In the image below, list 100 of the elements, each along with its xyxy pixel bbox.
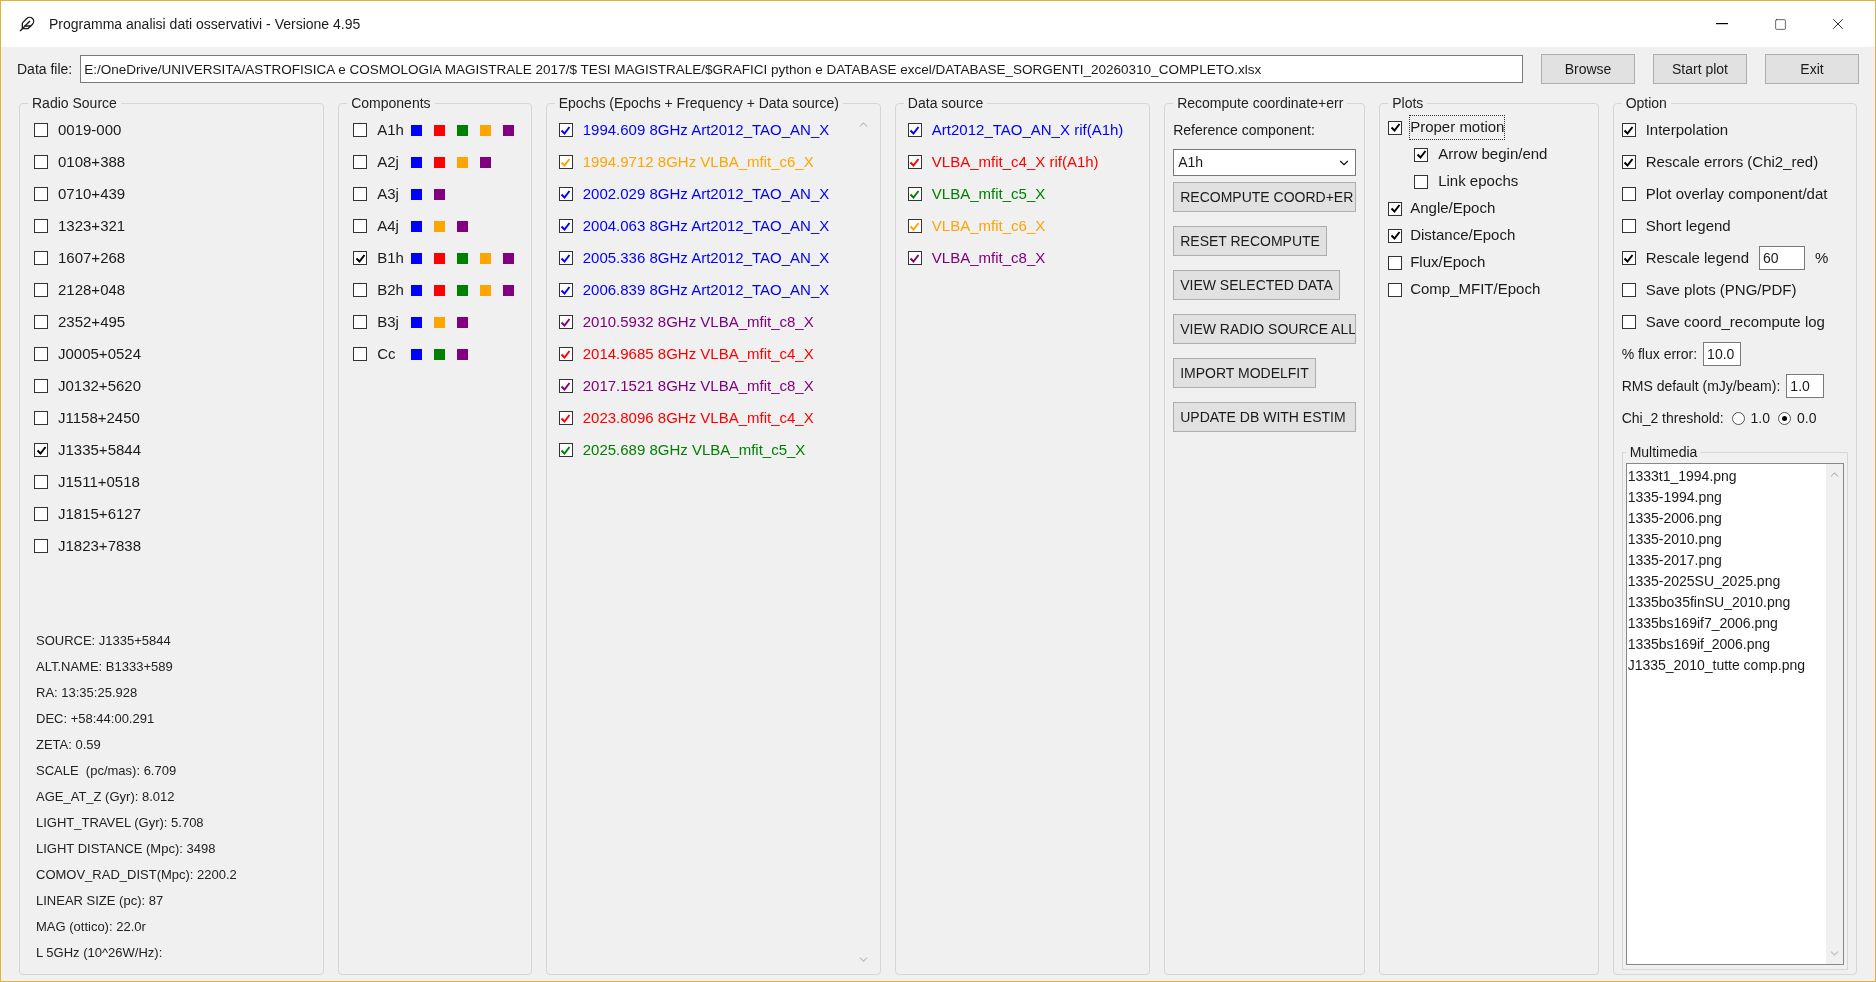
value-field[interactable]: 1.0 xyxy=(1786,374,1825,398)
file-item[interactable]: 1335-2010.png xyxy=(1627,529,1826,550)
file-item[interactable]: J1335_2010_tutte comp.png xyxy=(1627,655,1826,676)
checkbox[interactable] xyxy=(34,187,48,201)
checkbox[interactable] xyxy=(558,443,573,457)
action-button[interactable]: VIEW RADIO SOURCE ALL xyxy=(1173,314,1357,344)
checkbox[interactable] xyxy=(1414,174,1429,189)
checkbox[interactable] xyxy=(1621,123,1636,137)
action-button[interactable]: UPDATE DB WITH ESTIM xyxy=(1173,402,1357,432)
checkbox[interactable] xyxy=(353,283,368,297)
data-file-field[interactable]: E:/OneDrive/UNIVERSITA/ASTROFISICA e COSMOLOGIA MAGISTRALE 2017/$ TESI MAGISTRALE/$GRAFICI python e DATABASE excel/DATABASE_SORGENTI_20260310_COMPLETO.xlsx xyxy=(80,55,1523,83)
source-info-text: MAG (ottico): 22.0r xyxy=(36,918,146,937)
checkbox[interactable] xyxy=(907,219,922,233)
checkbox[interactable] xyxy=(34,379,48,393)
checkbox[interactable] xyxy=(353,251,368,265)
checkbox[interactable] xyxy=(558,379,573,393)
file-item[interactable]: 1335-2006.png xyxy=(1627,508,1826,529)
checkbox[interactable] xyxy=(558,411,573,425)
checkbox[interactable] xyxy=(353,219,368,233)
checkbox[interactable] xyxy=(1388,228,1403,243)
checkbox[interactable] xyxy=(1621,219,1636,233)
legend-scale-field[interactable]: 60 xyxy=(1759,246,1806,270)
file-list[interactable]: 1333t1_1994.png 1335-1994.png 1335-2006.png 1335-2010.png 1335-2017.png 1335-2025SU_2025.png 1335bo35finSU_2010.png 1335bs169if7_2006.png 1335bs169if_2006.png J1335_2010_tutte comp.png xyxy=(1625,463,1844,965)
checkbox[interactable] xyxy=(353,347,368,361)
file-item[interactable]: 1335-1994.png xyxy=(1627,487,1826,508)
file-item[interactable]: 1335bs169if_2006.png xyxy=(1627,634,1826,655)
checkbox[interactable] xyxy=(34,251,48,265)
action-button[interactable]: RESET RECOMPUTE xyxy=(1173,226,1327,256)
checkbox[interactable] xyxy=(558,187,573,201)
checkbox[interactable] xyxy=(34,539,48,553)
reference-dropdown[interactable]: A1h xyxy=(1173,149,1357,176)
action-button[interactable]: IMPORT MODELFIT xyxy=(1173,358,1316,388)
toolbar-button[interactable]: Browse xyxy=(1541,54,1635,84)
checkbox[interactable] xyxy=(558,251,573,265)
checkbox[interactable] xyxy=(558,283,573,297)
radio-button[interactable] xyxy=(1731,411,1745,425)
checkbox[interactable] xyxy=(1621,315,1636,329)
file-item[interactable]: 1335-2017.png xyxy=(1627,550,1826,571)
checkbox-label: Interpolation xyxy=(1645,119,1729,140)
checkbox[interactable] xyxy=(34,219,48,233)
checkbox[interactable] xyxy=(558,123,573,137)
checkbox[interactable] xyxy=(34,507,48,521)
file-item[interactable]: 1335bs169if7_2006.png xyxy=(1627,613,1826,634)
checkbox[interactable] xyxy=(907,251,922,265)
checkbox[interactable] xyxy=(353,187,368,201)
panel-title: Data source xyxy=(906,94,985,113)
checkbox-label: A1h xyxy=(377,119,402,140)
checkbox[interactable] xyxy=(907,187,922,201)
checkbox-label: Rescale legend xyxy=(1645,247,1750,268)
checkbox[interactable] xyxy=(1414,147,1429,162)
check-icon xyxy=(909,156,921,168)
checkbox[interactable] xyxy=(34,411,48,425)
checkbox[interactable] xyxy=(34,283,48,297)
checkbox[interactable] xyxy=(353,315,368,329)
checkbox[interactable] xyxy=(34,315,48,329)
checkbox[interactable] xyxy=(558,315,573,329)
toolbar-button[interactable]: Start plot xyxy=(1653,54,1747,84)
radio-button[interactable] xyxy=(1778,411,1792,425)
checkbox[interactable] xyxy=(353,155,368,169)
checkbox[interactable] xyxy=(34,347,48,361)
checkbox[interactable] xyxy=(1388,255,1403,270)
checkbox[interactable] xyxy=(353,123,368,137)
checkbox[interactable] xyxy=(558,347,573,361)
checkbox[interactable] xyxy=(34,123,48,137)
checkbox[interactable] xyxy=(907,123,922,137)
file-item[interactable]: 1335bo35finSU_2010.png xyxy=(1627,592,1826,613)
reference-label: Reference component: xyxy=(1173,121,1316,140)
check-icon xyxy=(560,124,572,136)
checkbox[interactable] xyxy=(1388,120,1403,135)
toolbar-button[interactable]: Exit xyxy=(1765,54,1859,84)
checkbox-label: 1607+268 xyxy=(58,247,126,268)
check-icon xyxy=(1623,156,1635,168)
value-field[interactable]: 10.0 xyxy=(1703,342,1742,366)
checkbox-label: Cc xyxy=(377,343,397,364)
action-button[interactable]: VIEW SELECTED DATA xyxy=(1173,270,1340,300)
field-label: % flux error: xyxy=(1621,344,1698,364)
checkbox-label: 2005.336 8GHz Art2012_TAO_AN_X xyxy=(582,247,830,268)
checkbox[interactable] xyxy=(558,219,573,233)
source-info-text: DEC: +58:44:00.291 xyxy=(36,710,155,729)
checkbox[interactable] xyxy=(34,155,48,169)
checkbox[interactable] xyxy=(1388,282,1403,297)
checkbox[interactable] xyxy=(34,443,48,457)
checkbox-label: Proper motion xyxy=(1410,116,1505,139)
checkbox-label: A3j xyxy=(377,183,400,204)
checkbox[interactable] xyxy=(1621,251,1636,265)
file-item[interactable]: 1333t1_1994.png xyxy=(1627,466,1826,487)
file-item[interactable]: 1335-2025SU_2025.png xyxy=(1627,571,1826,592)
checkbox-label: J1335+5844 xyxy=(58,439,141,460)
checkbox[interactable] xyxy=(1621,187,1636,201)
checkbox[interactable] xyxy=(1388,201,1403,216)
checkbox[interactable] xyxy=(907,155,922,169)
checkbox[interactable] xyxy=(1621,155,1636,169)
checkbox-label: 0019-000 xyxy=(58,119,122,140)
checkbox-label: 0108+388 xyxy=(58,151,126,172)
maximize-icon xyxy=(1773,17,1787,31)
checkbox-label: Arrow begin/end xyxy=(1438,144,1548,165)
checkbox[interactable] xyxy=(558,155,573,169)
checkbox[interactable] xyxy=(1621,283,1636,297)
action-button[interactable]: RECOMPUTE COORD+ER xyxy=(1173,182,1357,212)
checkbox[interactable] xyxy=(34,475,48,489)
